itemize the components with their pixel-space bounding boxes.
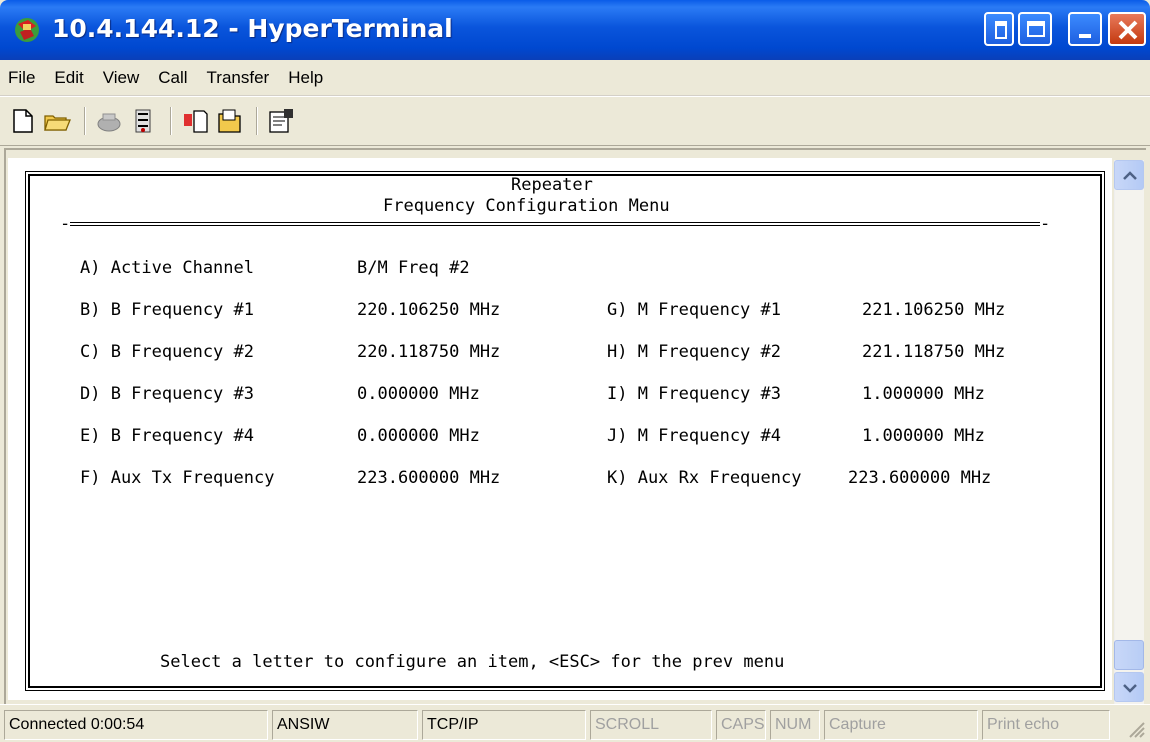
terminal-rule <box>70 222 1040 226</box>
menu-item-label: D) B Frequency #3 <box>80 384 254 404</box>
chevron-up-icon <box>1123 171 1137 180</box>
scroll-down-button[interactable] <box>1114 672 1144 702</box>
toolbar-separator <box>256 107 258 135</box>
toolbar-separator <box>84 107 86 135</box>
help-icon <box>995 21 1007 39</box>
menu-bar: File Edit View Call Transfer Help <box>0 60 1150 96</box>
menu-item-label: K) Aux Rx Frequency <box>607 468 802 488</box>
status-caps: CAPS <box>716 710 766 740</box>
scroll-thumb[interactable] <box>1114 640 1144 670</box>
menu-item-label: E) B Frequency #4 <box>80 426 254 446</box>
active-channel-value: B/M Freq #2 <box>357 258 470 278</box>
close-icon <box>1118 20 1138 40</box>
menu-help[interactable]: Help <box>286 66 325 90</box>
menu-item-value: 221.106250 MHz <box>862 300 1006 320</box>
minimize-button[interactable] <box>1068 12 1102 46</box>
hyperterminal-icon <box>15 18 39 42</box>
receive-icon[interactable] <box>214 106 244 136</box>
menu-edit[interactable]: Edit <box>52 66 85 90</box>
menu-item-label: B) B Frequency #1 <box>80 300 254 320</box>
status-emulation: ANSIW <box>272 710 418 740</box>
send-icon[interactable] <box>180 106 210 136</box>
menu-transfer[interactable]: Transfer <box>205 66 272 90</box>
status-scroll: SCROLL <box>590 710 712 740</box>
rule-left-cap: - <box>60 214 71 234</box>
resize-grip-icon[interactable] <box>1126 717 1146 739</box>
menu-item-value: 1.000000 MHz <box>862 426 985 446</box>
properties-icon[interactable] <box>266 106 296 136</box>
menu-item-value: 0.000000 MHz <box>357 384 480 404</box>
menu-item-value: 0.000000 MHz <box>357 426 480 446</box>
menu-item-value: 1.000000 MHz <box>862 384 985 404</box>
menu-view[interactable]: View <box>101 66 142 90</box>
menu-item-label: J) M Frequency #4 <box>607 426 781 446</box>
terminal-prompt: Select a letter to configure an item, <E… <box>160 652 785 672</box>
menu-file[interactable]: File <box>6 66 37 90</box>
vertical-scrollbar[interactable] <box>1114 160 1144 704</box>
disconnect-icon[interactable] <box>94 106 124 136</box>
menu-item-value: 220.106250 MHz <box>357 300 501 320</box>
menu-item-label: F) Aux Tx Frequency <box>80 468 275 488</box>
dial-icon[interactable] <box>128 106 158 136</box>
menu-item-value: 223.600000 MHz <box>848 468 992 488</box>
help-button[interactable] <box>984 12 1014 46</box>
close-button[interactable] <box>1108 12 1146 46</box>
menu-item-value: 221.118750 MHz <box>862 342 1006 362</box>
status-print-echo: Print echo <box>982 710 1110 740</box>
menu-item-label: C) B Frequency #2 <box>80 342 254 362</box>
restore-icon <box>1027 21 1045 37</box>
terminal-heading-2: Frequency Configuration Menu <box>383 196 670 216</box>
restore-button[interactable] <box>1018 12 1052 46</box>
new-icon[interactable] <box>8 106 38 136</box>
title-bar: 10.4.144.12 - HyperTerminal <box>0 0 1150 60</box>
minimize-icon <box>1079 34 1091 38</box>
status-capture: Capture <box>824 710 978 740</box>
menu-item-value: 223.600000 MHz <box>357 468 501 488</box>
open-icon[interactable] <box>42 106 72 136</box>
menu-call[interactable]: Call <box>156 66 189 90</box>
window-title: 10.4.144.12 - HyperTerminal <box>52 14 453 43</box>
chevron-down-icon <box>1123 684 1137 693</box>
status-num: NUM <box>770 710 820 740</box>
status-bar: Connected 0:00:54 ANSIW TCP/IP SCROLL CA… <box>0 704 1150 742</box>
status-connected: Connected 0:00:54 <box>4 710 268 740</box>
menu-item-label: I) M Frequency #3 <box>607 384 781 404</box>
menu-item-value: 220.118750 MHz <box>357 342 501 362</box>
scroll-up-button[interactable] <box>1114 160 1144 190</box>
menu-item-label: G) M Frequency #1 <box>607 300 781 320</box>
status-connection: TCP/IP <box>422 710 586 740</box>
toolbar-separator <box>170 107 172 135</box>
active-channel-label: A) Active Channel <box>80 258 254 278</box>
menu-item-label: H) M Frequency #2 <box>607 342 781 362</box>
rule-right-cap: - <box>1040 214 1051 234</box>
toolbar <box>0 96 1150 146</box>
terminal-heading-1: Repeater <box>511 175 593 195</box>
